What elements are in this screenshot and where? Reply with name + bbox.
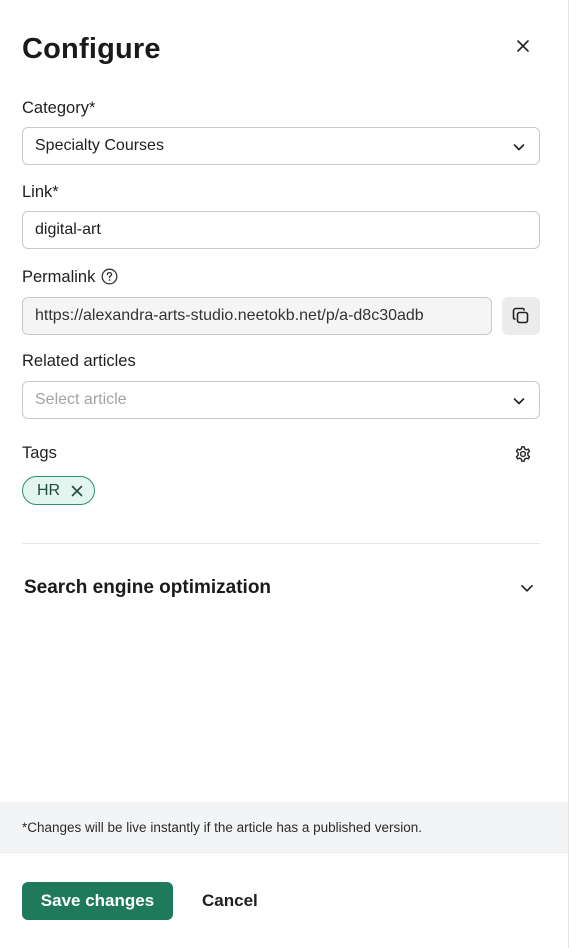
related-articles-label: Related articles xyxy=(22,352,136,370)
category-label: Category* xyxy=(22,99,96,117)
tags-label: Tags xyxy=(22,444,57,462)
remove-tag-icon[interactable] xyxy=(70,484,84,498)
tag-chip[interactable]: HR xyxy=(22,476,96,505)
publish-note-text: *Changes will be live instantly if the a… xyxy=(22,819,422,835)
copy-permalink-button[interactable] xyxy=(502,297,540,335)
help-circle-icon[interactable] xyxy=(101,268,118,285)
chevron-down-icon xyxy=(513,398,525,405)
permalink-label-row: Permalink xyxy=(22,268,118,287)
publish-note: *Changes will be live instantly if the a… xyxy=(0,802,568,852)
link-label: Link* xyxy=(22,183,59,201)
related-articles-placeholder: Select article xyxy=(35,391,127,408)
permalink-label: Permalink xyxy=(22,268,96,286)
permalink-field: https://alexandra-arts-studio.neetokb.ne… xyxy=(22,297,492,335)
chevron-down-icon xyxy=(513,144,525,151)
save-button[interactable]: Save changes xyxy=(22,882,173,920)
link-input[interactable]: digital-art xyxy=(22,211,540,249)
category-select[interactable]: Specialty Courses xyxy=(22,127,540,165)
related-articles-select[interactable]: Select article xyxy=(22,381,540,419)
configure-panel: Configure Category* Specialty Courses Li… xyxy=(0,0,569,948)
tag-label: HR xyxy=(37,481,61,499)
close-button[interactable] xyxy=(510,33,536,59)
seo-title: Search engine optimization xyxy=(24,577,272,598)
copy-icon xyxy=(512,307,529,324)
close-icon xyxy=(517,40,529,52)
link-value: digital-art xyxy=(35,221,101,238)
section-divider xyxy=(22,543,540,544)
footer: Save changes Cancel xyxy=(0,852,568,948)
cancel-button[interactable]: Cancel xyxy=(188,882,272,920)
seo-accordion-toggle[interactable]: Search engine optimization xyxy=(24,575,540,601)
gear-icon[interactable] xyxy=(514,445,532,463)
page-title: Configure xyxy=(22,33,161,65)
chevron-down-icon xyxy=(521,584,533,592)
category-value: Specialty Courses xyxy=(35,137,164,154)
permalink-value: https://alexandra-arts-studio.neetokb.ne… xyxy=(35,307,424,324)
